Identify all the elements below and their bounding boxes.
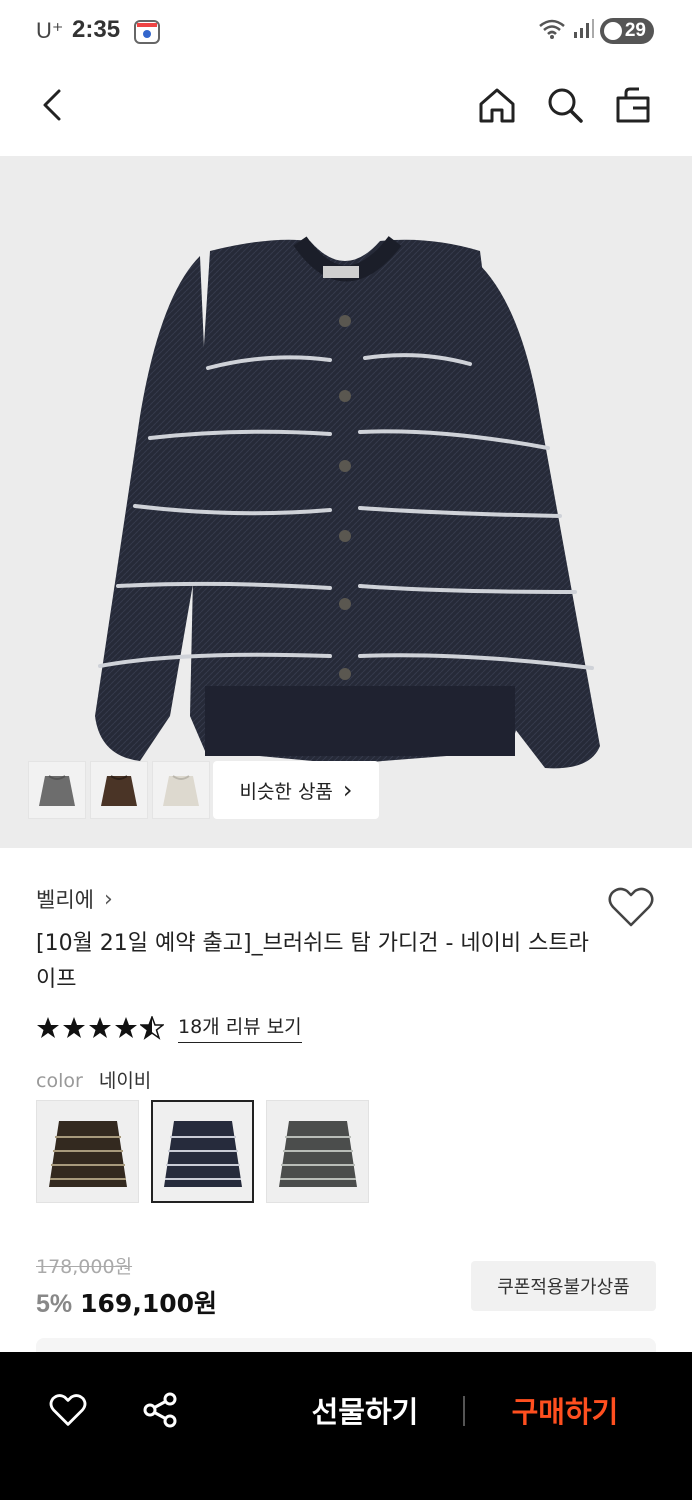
rating-row: 18개 리뷰 보기 bbox=[36, 1012, 302, 1043]
status-bar: U⁺ 2:35 29 bbox=[0, 0, 692, 64]
bag-icon bbox=[616, 87, 650, 123]
product-title: [10월 21일 예약 출고]_브러쉬드 탐 가디건 - 네이비 스트라이프 bbox=[36, 931, 589, 992]
app-notification-icon bbox=[134, 20, 160, 44]
cardigan-image bbox=[95, 235, 600, 769]
discount-rate: 5% bbox=[36, 1290, 73, 1318]
home-button[interactable] bbox=[474, 82, 520, 128]
similar-products-button[interactable]: 비슷한 상품 › bbox=[213, 761, 379, 819]
thumbnail-ivory-sweater[interactable] bbox=[152, 761, 210, 819]
battery-saver-icon bbox=[603, 22, 622, 40]
wishlist-button[interactable] bbox=[606, 882, 656, 932]
bottom-action-bar: 선물하기 구매하기 bbox=[0, 1352, 692, 1500]
sale-price: 169,100원 bbox=[80, 1289, 218, 1318]
battery-level: 29 bbox=[624, 20, 646, 41]
home-icon bbox=[479, 88, 515, 123]
color-selection-label: color 네이비 bbox=[36, 1066, 151, 1093]
color-label: color bbox=[36, 1070, 83, 1092]
product-image[interactable]: 비슷한 상품 › bbox=[0, 156, 692, 848]
chevron-right-icon: › bbox=[103, 886, 113, 912]
brand-name: 벨리에 bbox=[36, 888, 94, 912]
buy-button[interactable]: 구매하기 bbox=[490, 1382, 640, 1438]
star-full-icon bbox=[63, 1016, 85, 1038]
button-divider bbox=[463, 1396, 465, 1426]
color-option-navy[interactable] bbox=[151, 1100, 254, 1203]
star-full-icon bbox=[115, 1016, 137, 1038]
color-options bbox=[36, 1100, 369, 1203]
heart-icon bbox=[608, 887, 654, 927]
back-icon bbox=[43, 89, 61, 121]
color-option-grey[interactable] bbox=[266, 1100, 369, 1203]
star-full-icon bbox=[37, 1016, 59, 1038]
heart-icon bbox=[49, 1394, 87, 1426]
search-button[interactable] bbox=[542, 82, 588, 128]
shopping-bag-button[interactable] bbox=[610, 82, 656, 128]
back-button[interactable] bbox=[30, 82, 76, 128]
original-price: 178,000원 bbox=[36, 1256, 133, 1278]
search-icon bbox=[548, 88, 583, 123]
related-thumbnails bbox=[28, 761, 210, 819]
wifi-icon bbox=[538, 18, 566, 44]
clock: 2:35 bbox=[72, 16, 121, 43]
color-value: 네이비 bbox=[98, 1070, 152, 1092]
thumbnail-grey-sweater[interactable] bbox=[28, 761, 86, 819]
color-option-brown[interactable] bbox=[36, 1100, 139, 1203]
coupon-not-applicable-badge: 쿠폰적용불가상품 bbox=[471, 1261, 656, 1311]
signal-icon bbox=[572, 18, 594, 44]
wishlist-bottom-button[interactable] bbox=[48, 1390, 88, 1430]
brand-link[interactable]: 벨리에 › bbox=[36, 884, 113, 914]
thumbnail-brown-sweater[interactable] bbox=[90, 761, 148, 819]
star-half-icon bbox=[140, 1015, 164, 1040]
chevron-right-icon: › bbox=[342, 776, 353, 804]
star-full-icon bbox=[89, 1016, 111, 1038]
gift-button[interactable]: 선물하기 bbox=[290, 1382, 440, 1438]
carrier-label: U⁺ bbox=[36, 18, 64, 43]
price-row: 5% 169,100원 bbox=[36, 1284, 217, 1320]
top-nav bbox=[0, 64, 692, 156]
share-button[interactable] bbox=[140, 1390, 180, 1430]
similar-products-label: 비슷한 상품 bbox=[239, 780, 333, 803]
review-link[interactable]: 18개 리뷰 보기 bbox=[178, 1012, 302, 1043]
star-rating bbox=[36, 1015, 164, 1040]
battery-indicator: 29 bbox=[599, 18, 654, 44]
share-icon bbox=[143, 1392, 177, 1428]
